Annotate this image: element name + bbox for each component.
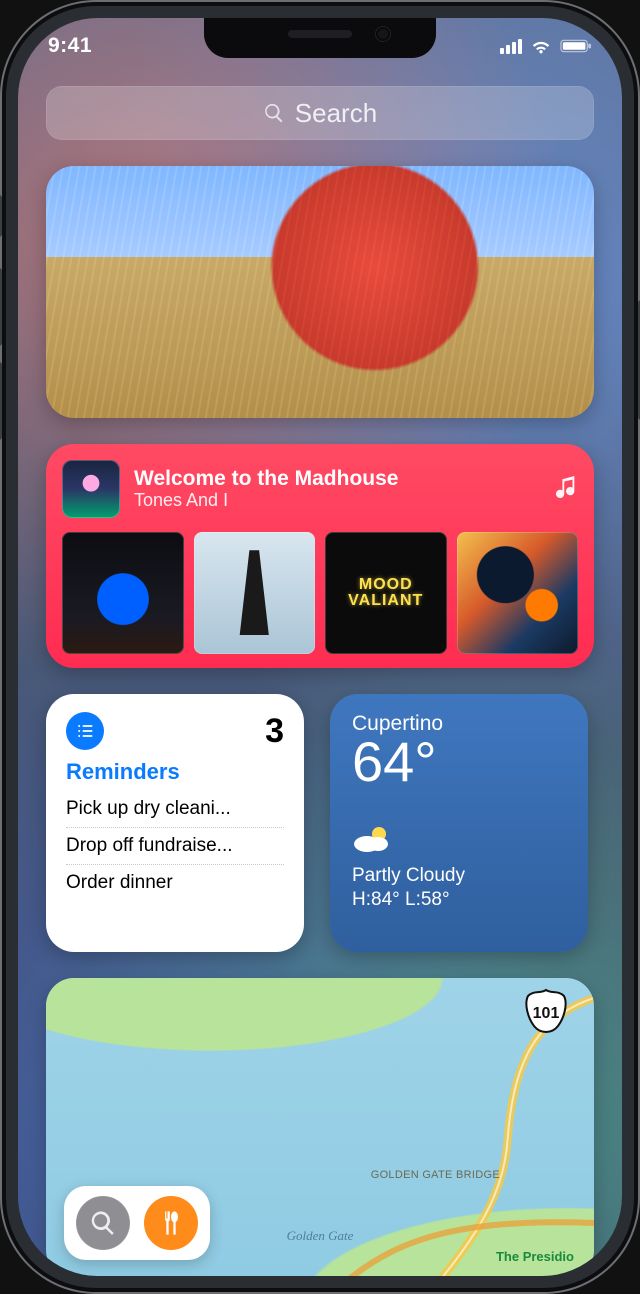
wifi-icon [530, 38, 552, 54]
music-widget[interactable]: Welcome to the Madhouse Tones And I MOOD… [46, 444, 594, 668]
volume-down-button[interactable] [0, 362, 2, 440]
weather-hilo: H:84° L:58° [352, 889, 566, 911]
weather-condition: Partly Cloudy [352, 865, 566, 887]
reminders-count: 3 [265, 712, 284, 751]
reminder-item[interactable]: Order dinner [66, 865, 284, 901]
photos-widget[interactable] [46, 166, 594, 418]
route-shield: 101 [524, 988, 568, 1034]
music-recent-album-1[interactable] [62, 532, 184, 654]
reminders-list: Pick up dry cleani... Drop off fundraise… [66, 791, 284, 901]
music-track-artist: Tones And I [134, 490, 538, 511]
route-number: 101 [524, 988, 568, 1034]
map-label-golden-gate: Golden Gate [287, 1228, 354, 1244]
volume-up-button[interactable] [0, 268, 2, 346]
music-recent-album-3[interactable]: MOOD VALIANT [325, 532, 447, 654]
search-icon [263, 102, 285, 124]
music-app-icon [552, 474, 578, 505]
notch [204, 18, 436, 58]
music-now-playing-cover[interactable] [62, 460, 120, 518]
screen: 9:41 Search [18, 18, 622, 1276]
album3-text-line2: VALIANT [348, 593, 423, 609]
front-camera [376, 27, 390, 41]
battery-icon [560, 39, 592, 53]
music-recent-album-2[interactable] [194, 532, 316, 654]
weather-condition-icon [352, 824, 566, 859]
music-track-title: Welcome to the Madhouse [134, 467, 538, 490]
music-recent-album-4[interactable] [457, 532, 579, 654]
map-label-bridge: GOLDEN GATE BRIDGE [371, 1170, 500, 1182]
phone-frame: 9:41 Search [0, 0, 640, 1294]
map-label-presidio: The Presidio [496, 1249, 574, 1264]
maps-widget[interactable]: 101 Golden Gate GOLDEN GATE BRIDGE The P… [46, 978, 594, 1277]
mute-switch[interactable] [0, 195, 2, 237]
weather-temperature: 64° [352, 734, 566, 790]
reminder-item[interactable]: Pick up dry cleani... [66, 791, 284, 828]
earpiece-speaker [288, 30, 352, 38]
reminders-list-icon [66, 712, 104, 750]
search-placeholder: Search [295, 98, 377, 129]
maps-quick-actions [64, 1186, 210, 1260]
weather-widget[interactable]: Cupertino 64° Partly Cloudy H:84° L:58° [330, 694, 588, 952]
cellular-signal-icon [500, 39, 522, 54]
search-field[interactable]: Search [46, 86, 594, 140]
maps-search-button[interactable] [76, 1196, 130, 1250]
reminders-title: Reminders [66, 759, 284, 785]
status-time: 9:41 [48, 34, 92, 58]
album3-text-line1: MOOD [359, 577, 413, 593]
maps-restaurants-button[interactable] [144, 1196, 198, 1250]
reminders-widget[interactable]: 3 Reminders Pick up dry cleani... Drop o… [46, 694, 304, 952]
reminder-item[interactable]: Drop off fundraise... [66, 828, 284, 865]
